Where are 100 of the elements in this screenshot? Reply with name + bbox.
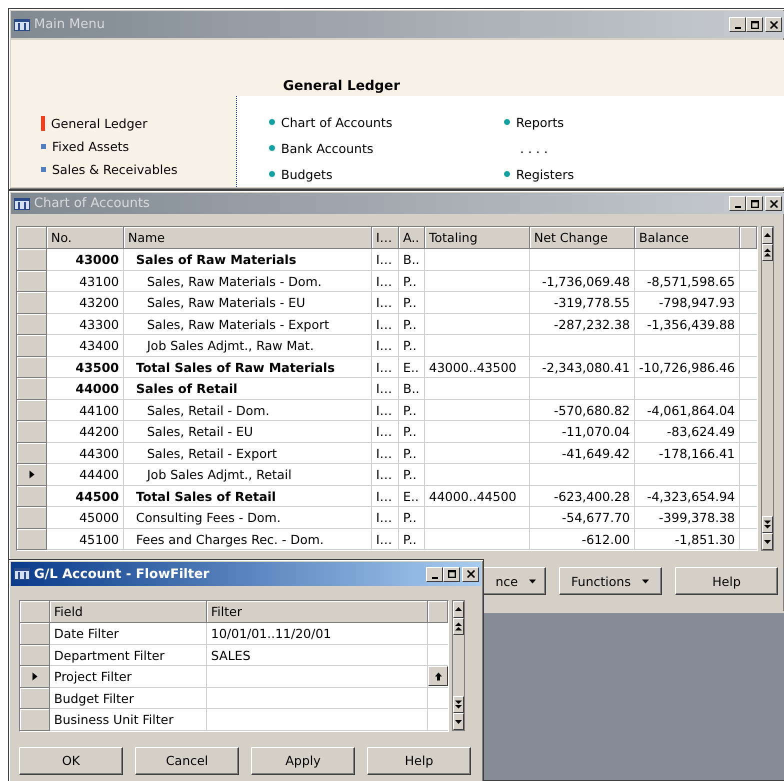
dialog-button[interactable]: Apply <box>251 746 355 774</box>
table-cell: P.. <box>399 314 425 335</box>
table-cell: I… <box>372 486 399 507</box>
table-cell: I… <box>372 421 399 442</box>
table-cell: Fees and Charges Rec. - Dom. <box>124 528 372 550</box>
table-cell: Sales, Raw Materials - EU <box>124 292 372 314</box>
table-cell: -2,343,080.41 <box>530 356 635 378</box>
sidebar-item[interactable]: General Ledger <box>41 116 236 131</box>
table-cell: I… <box>372 249 399 270</box>
window-icon <box>14 568 30 580</box>
table-cell: 44200 <box>47 421 124 442</box>
help-button[interactable]: Help <box>675 567 778 595</box>
column-header[interactable]: Field <box>50 601 207 623</box>
table-cell: Sales, Retail - Export <box>124 442 372 464</box>
bullet-icon <box>269 171 275 177</box>
window-title: Main Menu <box>34 17 106 32</box>
table-cell: 43000..43500 <box>425 356 530 378</box>
table-cell: Total Sales of Raw Materials <box>124 356 372 378</box>
table-cell: -623,400.28 <box>530 486 635 507</box>
row-pointer-icon <box>30 672 39 681</box>
table-cell: -1,851.30 <box>635 528 740 550</box>
column-header[interactable]: A.. <box>399 227 425 249</box>
row-selector[interactable] <box>17 464 47 486</box>
column-header[interactable]: I… <box>372 227 399 249</box>
table-cell: -399,378.38 <box>635 507 740 528</box>
close-button[interactable] <box>462 566 479 582</box>
column-header[interactable]: Net Change <box>530 227 635 249</box>
menu-button[interactable]: Functions <box>559 567 662 595</box>
bullet-icon <box>269 145 275 151</box>
maximize-icon <box>750 200 758 208</box>
dialog-button[interactable]: OK <box>19 746 123 774</box>
dialog-button[interactable]: Help <box>367 746 471 774</box>
table-cell: 43200 <box>47 292 124 314</box>
dialog-button[interactable]: Cancel <box>135 746 239 774</box>
row-selector[interactable] <box>20 666 50 688</box>
menu-link[interactable]: Budgets <box>281 166 332 182</box>
table-cell: Sales, Raw Materials - Dom. <box>124 270 372 292</box>
minimize-icon <box>734 206 740 208</box>
table-cell: P.. <box>399 400 425 421</box>
table-cell: I… <box>372 528 399 550</box>
table-cell: SALES <box>207 644 428 666</box>
menu-link[interactable]: Reports <box>516 114 564 130</box>
menu-link[interactable]: Bank Accounts <box>281 140 374 156</box>
scroll-up-arrow-icon <box>763 231 772 240</box>
close-button[interactable] <box>765 17 782 32</box>
menu-button[interactable]: nce <box>484 567 546 595</box>
table-cell: -8,571,598.65 <box>635 270 740 292</box>
table-cell: P.. <box>399 507 425 528</box>
table-cell: Job Sales Adjmt., Raw Mat. <box>124 335 372 356</box>
vertical-scrollbar[interactable] <box>452 600 465 731</box>
table-cell: P.. <box>399 335 425 356</box>
minimize-button[interactable] <box>426 566 443 582</box>
section-heading: General Ledger <box>283 78 400 96</box>
table-cell: I… <box>372 335 399 356</box>
menu-link[interactable]: Registers <box>516 166 574 182</box>
table-cell: Department Filter <box>50 644 207 666</box>
page-down-arrow-icon <box>763 520 772 529</box>
table-cell: Sales, Raw Materials - Export <box>124 314 372 335</box>
maximize-button[interactable] <box>746 17 763 32</box>
table-cell: P.. <box>399 292 425 314</box>
table-cell: -41,649.42 <box>530 442 635 464</box>
maximize-button[interactable] <box>746 196 763 211</box>
close-icon <box>770 200 778 208</box>
column-header[interactable]: No. <box>47 227 124 249</box>
table-cell: 43500 <box>47 356 124 378</box>
table-cell: I… <box>372 400 399 421</box>
bullet-icon <box>269 119 275 125</box>
dropdown-arrow-icon <box>640 576 650 586</box>
minimize-button[interactable] <box>729 196 746 211</box>
table-cell: B.. <box>399 249 425 270</box>
vertical-scrollbar[interactable] <box>761 226 774 551</box>
close-icon <box>770 20 778 28</box>
page-up-arrow-icon <box>454 622 463 631</box>
column-header[interactable]: Totaling <box>425 227 530 249</box>
column-header[interactable]: Filter <box>207 601 428 623</box>
table-cell: 10/01/01..11/20/01 <box>207 623 428 644</box>
column-header[interactable]: Name <box>124 227 372 249</box>
page-up-arrow-icon <box>763 248 772 257</box>
sidebar-item[interactable]: Sales & Receivables <box>41 162 236 177</box>
table-cell: I… <box>372 507 399 528</box>
table-cell: E.. <box>399 356 425 378</box>
table-cell: B.. <box>399 378 425 400</box>
maximize-button[interactable] <box>443 566 460 582</box>
table-cell: -570,680.82 <box>530 400 635 421</box>
table-cell: I… <box>372 442 399 464</box>
sidebar-item[interactable]: Fixed Assets <box>41 139 236 154</box>
minimize-icon <box>734 27 740 29</box>
table-cell: I… <box>372 464 399 486</box>
menu-link[interactable]: Chart of Accounts <box>281 114 392 130</box>
close-button[interactable] <box>765 196 782 211</box>
table-cell: 43400 <box>47 335 124 356</box>
table-cell: P.. <box>399 270 425 292</box>
table-cell: 44500 <box>47 486 124 507</box>
table-cell: -612.00 <box>530 528 635 550</box>
dropdown-arrow-icon <box>528 576 537 586</box>
table-cell: 44000..44500 <box>425 486 530 507</box>
table-cell: -319,778.55 <box>530 292 635 314</box>
table-cell: 45000 <box>47 507 124 528</box>
minimize-button[interactable] <box>729 17 746 32</box>
column-header[interactable]: Balance <box>635 227 740 249</box>
